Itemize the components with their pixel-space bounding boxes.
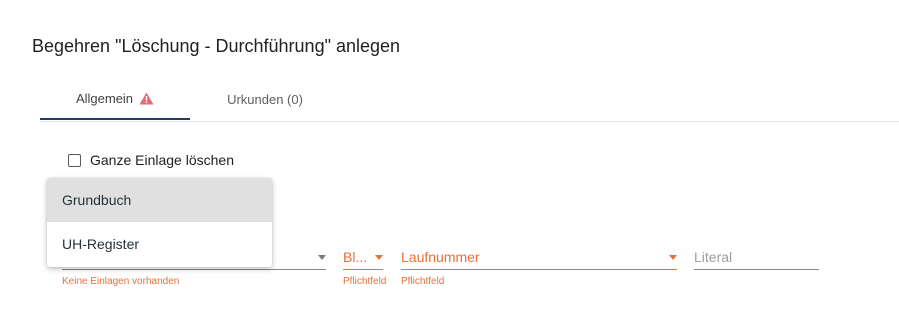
checkbox-label: Ganze Einlage löschen <box>90 152 234 168</box>
tab-bar: Allgemein Urkunden (0) <box>40 79 899 122</box>
blatt-hint: Pflichtfeld <box>343 276 387 287</box>
blatt-underline <box>343 269 383 270</box>
tab-allgemein-label: Allgemein <box>75 91 134 106</box>
dropdown-option-uh-register[interactable]: UH-Register <box>47 222 272 266</box>
literal-underline <box>694 269 819 270</box>
dropdown-option-grundbuch[interactable]: Grundbuch <box>47 178 272 222</box>
page-title: Begehren "Löschung - Durchführung" anleg… <box>32 36 401 56</box>
laufnummer-select-value: Laufnummer <box>401 249 480 265</box>
chevron-down-icon <box>375 255 383 260</box>
blatt-select[interactable]: Bl... <box>343 244 383 270</box>
tab-urkunden[interactable]: Urkunden (0) <box>190 79 340 119</box>
literal-placeholder: Literal <box>694 249 733 265</box>
ganze-einlage-loeschen-checkbox-row[interactable]: Ganze Einlage löschen <box>68 152 234 168</box>
tab-urkunden-label: Urkunden (0) <box>227 91 303 107</box>
ganze-einlage-loeschen-checkbox[interactable] <box>68 153 81 167</box>
chevron-down-icon <box>318 255 326 260</box>
chevron-down-icon <box>669 255 677 260</box>
laufnummer-select[interactable]: Laufnummer <box>401 244 677 270</box>
laufnummer-underline <box>401 269 677 270</box>
warning-icon <box>139 92 154 105</box>
grundbuch-dropdown-menu: Grundbuch UH-Register <box>47 178 272 267</box>
grundbuch-underline <box>62 269 326 270</box>
laufnummer-hint: Pflichtfeld <box>401 276 445 287</box>
grundbuch-hint: Keine Einlagen vorhanden <box>62 276 180 287</box>
literal-input[interactable]: Literal <box>694 244 819 270</box>
blatt-select-value: Bl... <box>343 249 368 265</box>
tab-allgemein[interactable]: Allgemein <box>40 79 190 120</box>
